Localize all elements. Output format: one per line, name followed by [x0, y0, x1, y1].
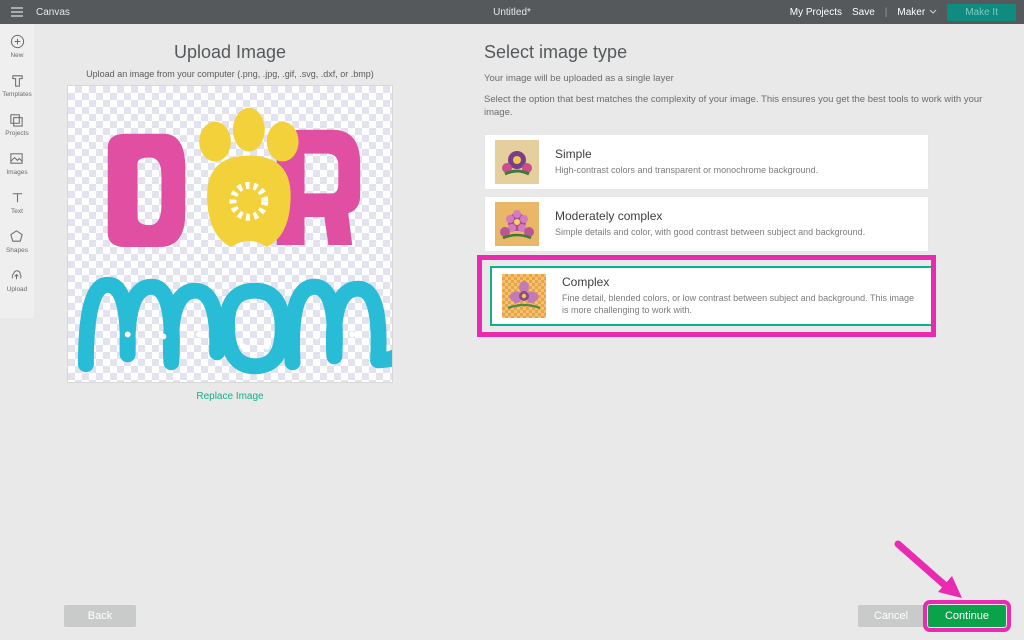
- rail-upload[interactable]: Upload: [7, 268, 28, 293]
- app-topbar: Canvas Untitled* My Projects Save | Make…: [0, 0, 1024, 24]
- topbar-separator: |: [885, 7, 888, 18]
- option-complex-desc: Fine detail, blended colors, or low cont…: [562, 293, 922, 316]
- continue-button-emphasis: Continue: [928, 605, 1006, 627]
- uploaded-artwork: [68, 86, 392, 382]
- option-simple[interactable]: Simple High-contrast colors and transpar…: [484, 134, 929, 190]
- machine-selector[interactable]: Maker: [897, 7, 937, 18]
- rail-new[interactable]: New: [10, 34, 25, 59]
- cancel-button[interactable]: Cancel: [858, 605, 924, 627]
- option-moderate-title: Moderately complex: [555, 209, 865, 223]
- my-projects-link[interactable]: My Projects: [790, 7, 842, 18]
- option-complex-thumb: [502, 274, 546, 318]
- menu-icon[interactable]: [0, 6, 34, 18]
- rail-images[interactable]: Images: [6, 151, 27, 176]
- option-simple-thumb: [495, 140, 539, 184]
- tool-rail: New Templates Projects Images Text Shape…: [0, 24, 34, 318]
- continue-button[interactable]: Continue: [928, 605, 1006, 627]
- upload-title: Upload Image: [64, 42, 396, 63]
- type-subtext-2: Select the option that best matches the …: [484, 94, 988, 120]
- option-complex-title: Complex: [562, 275, 922, 289]
- back-button[interactable]: Back: [64, 605, 136, 627]
- chevron-down-icon: [929, 9, 937, 15]
- option-complex-emphasis: Complex Fine detail, blended colors, or …: [480, 258, 933, 334]
- option-complex[interactable]: Complex Fine detail, blended colors, or …: [490, 266, 935, 326]
- option-simple-desc: High-contrast colors and transparent or …: [555, 165, 818, 177]
- rail-templates[interactable]: Templates: [2, 73, 32, 98]
- rail-text[interactable]: Text: [10, 190, 25, 215]
- app-name: Canvas: [36, 7, 70, 18]
- rail-projects[interactable]: Projects: [5, 112, 28, 137]
- annotation-arrow-icon: [890, 536, 970, 606]
- option-moderate-desc: Simple details and color, with good cont…: [555, 227, 865, 239]
- make-it-button[interactable]: Make It: [947, 4, 1016, 21]
- type-subtext-1: Your image will be uploaded as a single …: [484, 73, 988, 84]
- type-title: Select image type: [484, 42, 988, 63]
- option-moderate[interactable]: Moderately complex Simple details and co…: [484, 196, 929, 252]
- upload-image-screen: Upload Image Upload an image from your c…: [34, 24, 1024, 640]
- image-preview: [67, 85, 393, 383]
- option-simple-title: Simple: [555, 147, 818, 161]
- rail-shapes[interactable]: Shapes: [6, 229, 28, 254]
- option-moderate-thumb: [495, 202, 539, 246]
- upload-hint: Upload an image from your computer (.png…: [64, 69, 396, 79]
- replace-image-link[interactable]: Replace Image: [64, 391, 396, 402]
- save-link[interactable]: Save: [852, 7, 875, 18]
